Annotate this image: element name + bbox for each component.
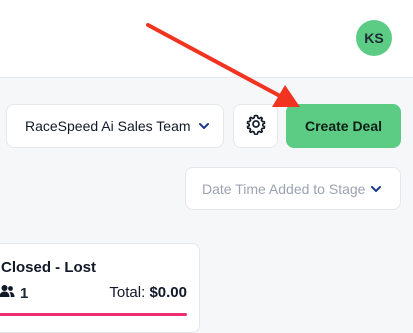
settings-button[interactable] [233, 104, 278, 148]
deal-count-value: 1 [20, 284, 29, 302]
stage-total: Total: $0.00 [109, 284, 187, 301]
sort-select-value: Date Time Added to Stage [202, 180, 366, 197]
team-select-value: RaceSpeed Ai Sales Team [25, 118, 191, 134]
sort-select[interactable]: Date Time Added to Stage [185, 167, 401, 210]
chevron-down-icon [197, 119, 211, 133]
users-icon [0, 284, 15, 302]
top-bar: KS [0, 0, 413, 78]
stage-total-label: Total: [109, 284, 146, 301]
chevron-down-icon [369, 182, 383, 196]
stage-color-bar [0, 313, 187, 316]
deal-count: 1 [0, 284, 28, 302]
stage-total-value: $0.00 [149, 284, 187, 301]
user-avatar[interactable]: KS [356, 20, 392, 56]
team-select[interactable]: RaceSpeed Ai Sales Team [6, 104, 224, 148]
create-deal-button[interactable]: Create Deal [286, 104, 401, 148]
stage-title: Closed - Lost [1, 259, 97, 276]
gear-icon [245, 113, 267, 140]
